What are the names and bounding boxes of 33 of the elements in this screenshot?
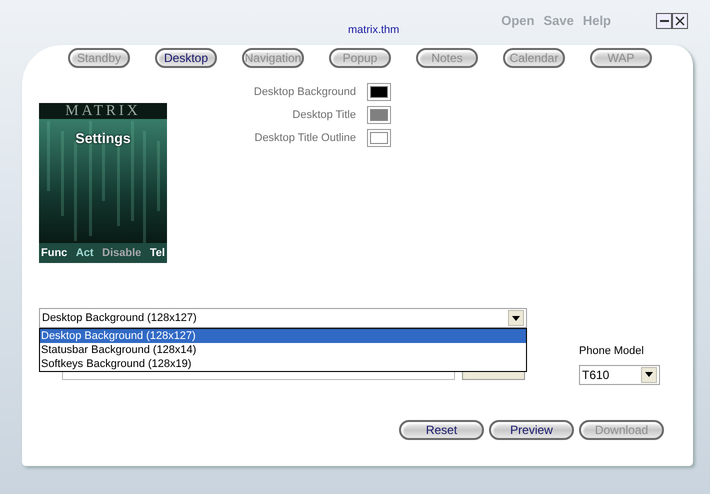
window-title: matrix.thm [348,23,400,38]
phone-model-label: Phone Model [579,344,645,359]
swatch-label: Desktop Title Outline [254,130,356,146]
softkey-label: Func [41,246,68,261]
tab[interactable]: Desktop [155,48,217,68]
swatch-label: Desktop Title [291,108,356,123]
dropdown-option[interactable]: Desktop Background (128x127) [40,329,526,343]
tab[interactable]: Navigation [242,48,304,68]
swatch-label: Desktop Background [252,84,356,100]
tab[interactable]: Calendar [503,48,565,68]
dropdown-option[interactable]: Softkeys Background (128x19) [40,357,526,371]
minimize-icon[interactable] [656,13,672,29]
softkey-label: Disable [102,246,142,261]
phone-model-select[interactable]: T610 [579,364,660,384]
menu-item[interactable]: Help [582,11,611,30]
tab[interactable]: WAP [590,48,652,68]
color-swatch[interactable] [367,129,391,147]
menu-item[interactable]: Save [543,11,574,30]
screen-title: Settings [74,129,132,148]
tab[interactable]: Popup [329,48,391,68]
image-select[interactable]: Desktop Background (128x127) [39,308,527,328]
banner-text: MATRIX [64,103,142,119]
action-button[interactable]: Preview [489,420,574,440]
softkey-label: Act [76,246,94,261]
color-swatch[interactable] [367,83,391,101]
action-button[interactable]: Reset [399,420,484,440]
close-icon[interactable] [672,13,688,29]
menu-item[interactable]: Open [501,11,534,30]
softkey-label: Tel [150,246,165,261]
tab[interactable]: Standby [68,48,130,68]
color-swatch[interactable] [367,106,391,124]
dropdown-option[interactable]: Statusbar Background (128x14) [40,343,526,357]
tab[interactable]: Notes [416,48,478,68]
